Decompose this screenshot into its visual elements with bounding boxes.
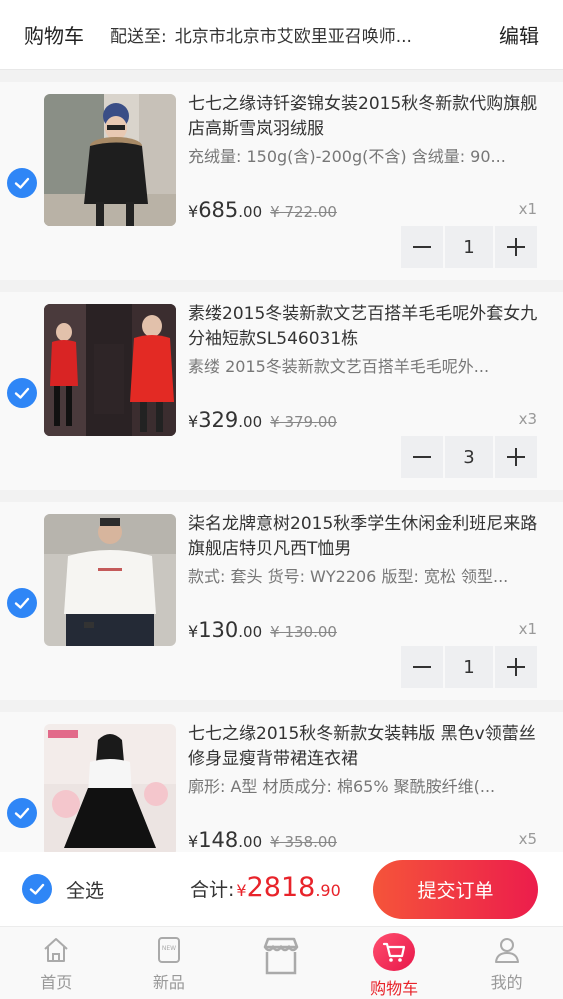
tab-store[interactable] xyxy=(225,927,338,999)
tab-cart[interactable]: 购物车 xyxy=(338,927,451,999)
product-name[interactable]: 素缕2015冬装新款文艺百搭羊毛毛呢外套女九分袖短款SL546031栋 xyxy=(188,302,540,352)
product-name[interactable]: 七七之缘2015秋冬新款女装韩版 黑色v领蕾丝修身显瘦背带裙连衣裙 xyxy=(188,722,540,772)
currency-symbol: ¥ xyxy=(188,622,199,641)
check-icon xyxy=(29,883,45,895)
cart-item: 柒名龙牌意树2015秋季学生休闲金利班尼来路旗舰店特贝凡西T恤男 款式: 套头 … xyxy=(0,502,563,700)
decrease-button[interactable] xyxy=(401,226,443,268)
price-decimal: .00 xyxy=(238,203,263,221)
original-price: ¥ 722.00 xyxy=(270,203,337,221)
price-integer: 130 xyxy=(198,618,239,642)
plus-icon xyxy=(507,658,525,676)
tab-label: 我的 xyxy=(490,973,523,992)
price-decimal: .00 xyxy=(238,623,263,641)
product-image[interactable] xyxy=(44,724,176,852)
tab-label: 购物车 xyxy=(370,979,419,998)
item-checkbox[interactable] xyxy=(7,168,37,198)
new-icon: NEW xyxy=(157,937,180,963)
minus-icon xyxy=(413,666,431,668)
increase-button[interactable] xyxy=(495,646,537,688)
delivery-address[interactable]: 北京市北京市艾欧里亚召唤师... xyxy=(175,22,459,47)
quantity-stepper: 3 xyxy=(401,436,537,478)
increase-button[interactable] xyxy=(495,436,537,478)
quantity-label: x1 xyxy=(518,200,537,218)
currency-symbol: ¥ xyxy=(188,832,199,851)
checkout-bar: 全选 合计: ¥ 2818 .90 提交订单 xyxy=(0,852,563,926)
tab-home[interactable]: 首页 xyxy=(0,927,113,999)
product-image[interactable] xyxy=(44,514,176,646)
product-spec: 充绒量: 150g(含)-200g(不含) 含绒量: 90... xyxy=(188,147,506,166)
page-title: 购物车 xyxy=(24,24,84,48)
price-decimal: .00 xyxy=(238,413,263,431)
product-spec: 款式: 套头 货号: WY2206 版型: 宽松 领型... xyxy=(188,567,509,586)
cart-item: 七七之缘2015秋冬新款女装韩版 黑色v领蕾丝修身显瘦背带裙连衣裙 廓形: A型… xyxy=(0,712,563,852)
check-icon xyxy=(14,387,30,399)
quantity-label: x1 xyxy=(518,620,537,638)
original-price: ¥ 379.00 xyxy=(270,413,337,431)
price-row: ¥ 130 .00 ¥ 130.00 xyxy=(188,618,337,642)
product-image[interactable] xyxy=(44,304,176,436)
tab-label: 新品 xyxy=(152,973,185,992)
quantity-value[interactable]: 1 xyxy=(445,646,493,688)
top-header: 购物车 配送至: 北京市北京市艾欧里亚召唤师... 编辑 xyxy=(0,0,563,70)
total-decimal: .90 xyxy=(315,881,341,900)
quantity-label: x3 xyxy=(518,410,537,428)
original-price: ¥ 130.00 xyxy=(270,623,337,641)
price-row: ¥ 148 .00 ¥ 358.00 xyxy=(188,828,337,852)
tab-new[interactable]: NEW 新品 xyxy=(113,927,226,999)
price-row: ¥ 685 .00 ¥ 722.00 xyxy=(188,198,337,222)
increase-button[interactable] xyxy=(495,226,537,268)
cart-item: 七七之缘诗钎姿锦女装2015秋冬新款代购旗舰店高斯雪岚羽绒服 充绒量: 150g… xyxy=(0,82,563,280)
price-decimal: .00 xyxy=(238,833,263,851)
select-all-label[interactable]: 全选 xyxy=(66,876,104,903)
cart-list[interactable]: 七七之缘诗钎姿锦女装2015秋冬新款代购旗舰店高斯雪岚羽绒服 充绒量: 150g… xyxy=(0,82,563,852)
select-all-checkbox[interactable] xyxy=(22,874,52,904)
currency-symbol: ¥ xyxy=(188,412,199,431)
plus-icon xyxy=(507,448,525,466)
check-icon xyxy=(14,597,30,609)
price-integer: 148 xyxy=(198,828,239,852)
tab-label: 首页 xyxy=(40,973,73,992)
price-integer: 329 xyxy=(198,408,239,432)
delivery-address-label: 配送至: xyxy=(110,27,167,47)
store-icon xyxy=(264,937,299,975)
tab-profile[interactable]: 我的 xyxy=(450,927,563,999)
quantity-label: x5 xyxy=(518,830,537,848)
product-name[interactable]: 七七之缘诗钎姿锦女装2015秋冬新款代购旗舰店高斯雪岚羽绒服 xyxy=(188,92,540,142)
item-checkbox[interactable] xyxy=(7,378,37,408)
product-image[interactable] xyxy=(44,94,176,226)
product-spec: 素缕 2015冬装新款文艺百搭羊毛毛呢外... xyxy=(188,357,490,376)
quantity-stepper: 1 xyxy=(401,646,537,688)
quantity-value[interactable]: 3 xyxy=(445,436,493,478)
quantity-value[interactable]: 1 xyxy=(445,226,493,268)
submit-order-button[interactable]: 提交订单 xyxy=(373,860,538,919)
minus-icon xyxy=(413,456,431,458)
edit-button[interactable]: 编辑 xyxy=(499,20,539,49)
minus-icon xyxy=(413,246,431,248)
check-icon xyxy=(14,807,30,819)
decrease-button[interactable] xyxy=(401,436,443,478)
product-name[interactable]: 柒名龙牌意树2015秋季学生休闲金利班尼来路旗舰店特贝凡西T恤男 xyxy=(188,512,540,562)
total-integer: 2818 xyxy=(246,872,316,903)
plus-icon xyxy=(507,238,525,256)
cart-icon xyxy=(373,933,416,971)
user-icon xyxy=(494,938,519,963)
total-currency: ¥ xyxy=(236,881,247,900)
cart-item: 素缕2015冬装新款文艺百搭羊毛毛呢外套女九分袖短款SL546031栋 素缕 2… xyxy=(0,292,563,490)
check-icon xyxy=(14,177,30,189)
total-price: 合计: ¥ 2818 .90 xyxy=(190,872,341,903)
price-row: ¥ 329 .00 ¥ 379.00 xyxy=(188,408,337,432)
item-checkbox[interactable] xyxy=(7,588,37,618)
svg-text:NEW: NEW xyxy=(162,945,176,952)
original-price: ¥ 358.00 xyxy=(270,833,337,851)
total-label: 合计: xyxy=(190,879,235,901)
home-icon xyxy=(44,938,68,962)
product-spec: 廓形: A型 材质成分: 棉65% 聚酰胺纤维(... xyxy=(188,777,496,796)
price-integer: 685 xyxy=(198,198,239,222)
item-checkbox[interactable] xyxy=(7,798,37,828)
currency-symbol: ¥ xyxy=(188,202,199,221)
quantity-stepper: 1 xyxy=(401,226,537,268)
decrease-button[interactable] xyxy=(401,646,443,688)
bottom-tab-bar: 首页 NEW 新品 购物车 我的 xyxy=(0,926,563,999)
